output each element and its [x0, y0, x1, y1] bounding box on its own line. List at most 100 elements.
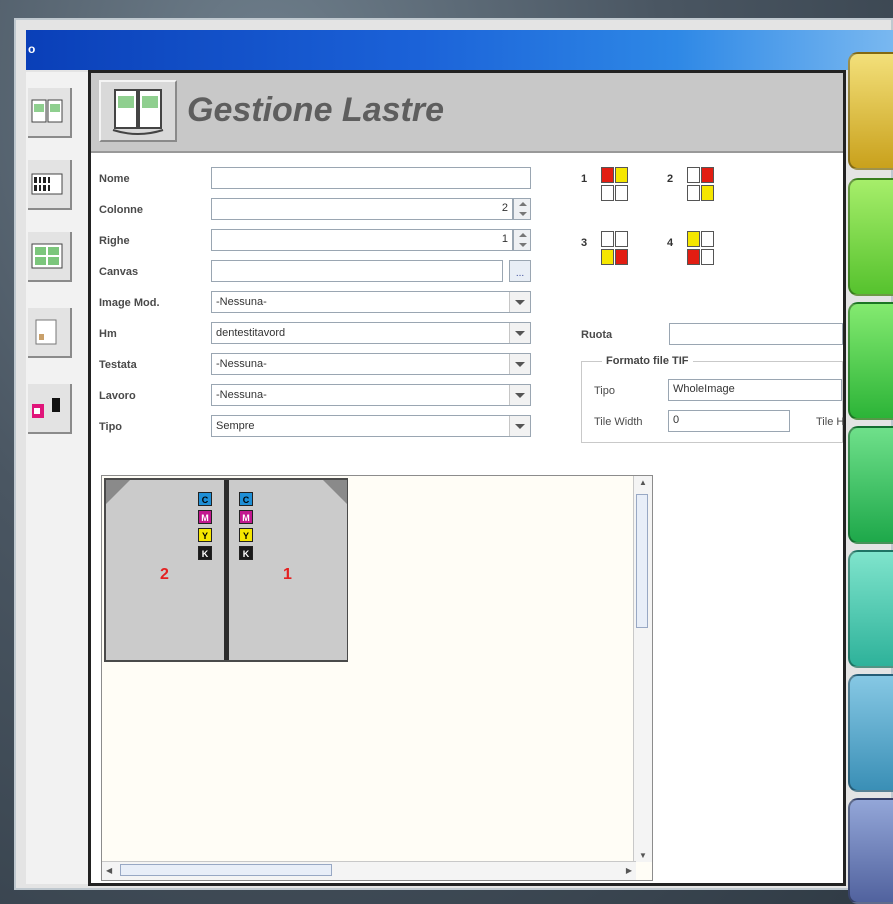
tab-teal[interactable] [848, 550, 893, 668]
plate-preview: 2 C M Y K 1 C M Y K ▲ ▼ ◀ ▶ [101, 475, 653, 881]
ink-m-badge: M [239, 510, 253, 524]
chevron-down-icon[interactable] [509, 292, 530, 312]
layout-icon [31, 243, 63, 269]
lavoro-select[interactable]: -Nessuna- [211, 384, 531, 406]
layout-cell [601, 167, 614, 183]
chevron-down-icon[interactable] [509, 323, 530, 343]
book-icon [31, 99, 63, 123]
vertical-scrollbar[interactable]: ▲ ▼ [633, 476, 652, 862]
tif-tipo-label: Tipo [594, 385, 615, 397]
layout-option-2[interactable]: 2 [667, 165, 717, 209]
nome-input[interactable] [211, 167, 531, 189]
image-mod-label: Image Mod. [99, 297, 160, 309]
testata-value: -Nessuna- [216, 358, 267, 370]
ink-m-badge: M [198, 510, 212, 524]
tile-width-label: Tile Width [594, 416, 643, 428]
canvas-label: Canvas [99, 266, 139, 278]
horizontal-scrollbar[interactable]: ◀ ▶ [102, 861, 636, 880]
layout-cell [701, 249, 714, 265]
window-titlebar: o [26, 30, 893, 70]
main-panel: Gestione Lastre Nome Colonne 2 Righe 1 C… [88, 70, 846, 886]
layout-cell [615, 231, 628, 247]
layout-option-number: 2 [667, 173, 674, 185]
layout-cell [701, 185, 714, 201]
tab-emerald[interactable] [848, 426, 893, 544]
chevron-down-icon[interactable] [509, 385, 530, 405]
righe-input[interactable]: 1 [211, 229, 513, 251]
ruota-label: Ruota [581, 329, 613, 341]
printer-icon [32, 398, 60, 418]
left-nav [26, 72, 88, 884]
righe-stepper[interactable] [513, 229, 531, 251]
scroll-down-icon[interactable]: ▼ [639, 851, 647, 860]
ink-k-badge: K [239, 546, 253, 560]
layout-cell [615, 185, 628, 201]
ink-c-badge: C [239, 492, 253, 506]
tab-green[interactable] [848, 302, 893, 420]
nome-label: Nome [99, 173, 130, 185]
hm-label: Hm [99, 328, 117, 340]
layout-cell [701, 231, 714, 247]
panel-header: Gestione Lastre [91, 73, 843, 153]
tipo-select[interactable]: Sempre [211, 415, 531, 437]
layout-cell [601, 231, 614, 247]
tif-format-group-title: Formato file TIF [602, 355, 693, 367]
ink-y-badge: Y [198, 528, 212, 542]
ink-y-badge: Y [239, 528, 253, 542]
scroll-left-icon[interactable]: ◀ [106, 866, 112, 875]
lavoro-label: Lavoro [99, 390, 136, 402]
plate-sheet: 2 C M Y K 1 C M Y K [104, 478, 348, 662]
plates-header-icon [99, 80, 177, 142]
corner-fold [323, 480, 347, 504]
vertical-scroll-thumb[interactable] [636, 494, 648, 628]
layout-option-4[interactable]: 4 [667, 229, 717, 273]
layout-option-number: 4 [667, 237, 674, 249]
testata-select[interactable]: -Nessuna- [211, 353, 531, 375]
tab-indigo[interactable] [848, 798, 893, 904]
tab-steel-blue[interactable] [848, 674, 893, 792]
nav-print-button[interactable] [28, 384, 72, 434]
layout-cell [701, 167, 714, 183]
tipo-label: Tipo [99, 421, 123, 433]
scroll-up-icon[interactable]: ▲ [639, 478, 647, 487]
layout-cell [687, 185, 700, 201]
colonne-label: Colonne [99, 204, 143, 216]
testata-label: Testata [99, 359, 137, 371]
plate-right: 1 C M Y K [229, 480, 347, 660]
chevron-down-icon[interactable] [509, 354, 530, 374]
tab-gold[interactable] [848, 52, 893, 170]
righe-label: Righe [99, 235, 130, 247]
layout-cell [687, 231, 700, 247]
chevron-down-icon[interactable] [509, 416, 530, 436]
canvas-browse-button[interactable]: ... [509, 260, 531, 282]
scroll-right-icon[interactable]: ▶ [626, 866, 632, 875]
corner-fold [106, 480, 130, 504]
canvas-input[interactable] [211, 260, 503, 282]
page-icon [35, 319, 57, 345]
layout-cell [615, 167, 628, 183]
image-mod-select[interactable]: -Nessuna- [211, 291, 531, 313]
tile-width-input[interactable]: 0 [668, 410, 790, 432]
nav-layout-button[interactable] [28, 232, 72, 282]
plate-left: 2 C M Y K [106, 480, 224, 660]
nav-page-button[interactable] [28, 308, 72, 358]
nav-plates-button[interactable] [28, 88, 72, 138]
tif-tipo-select[interactable]: WholeImage [668, 379, 842, 401]
plate-number-right: 1 [283, 566, 292, 583]
right-tab-strip [848, 52, 893, 904]
ink-c-badge: C [198, 492, 212, 506]
hm-select[interactable]: dentestitavord [211, 322, 531, 344]
layout-option-1[interactable]: 1 [581, 165, 631, 209]
colonne-stepper[interactable] [513, 198, 531, 220]
layout-option-number: 1 [581, 173, 588, 185]
nav-barcode-button[interactable] [28, 160, 72, 210]
window-title: o [28, 42, 36, 56]
tab-lime[interactable] [848, 178, 893, 296]
layout-option-3[interactable]: 3 [581, 229, 631, 273]
colonne-input[interactable]: 2 [211, 198, 513, 220]
tile-height-label: Tile H [816, 416, 845, 428]
horizontal-scroll-thumb[interactable] [120, 864, 332, 876]
plate-number-left: 2 [160, 566, 169, 583]
ruota-input[interactable] [669, 323, 843, 345]
hm-value: dentestitavord [216, 327, 286, 339]
